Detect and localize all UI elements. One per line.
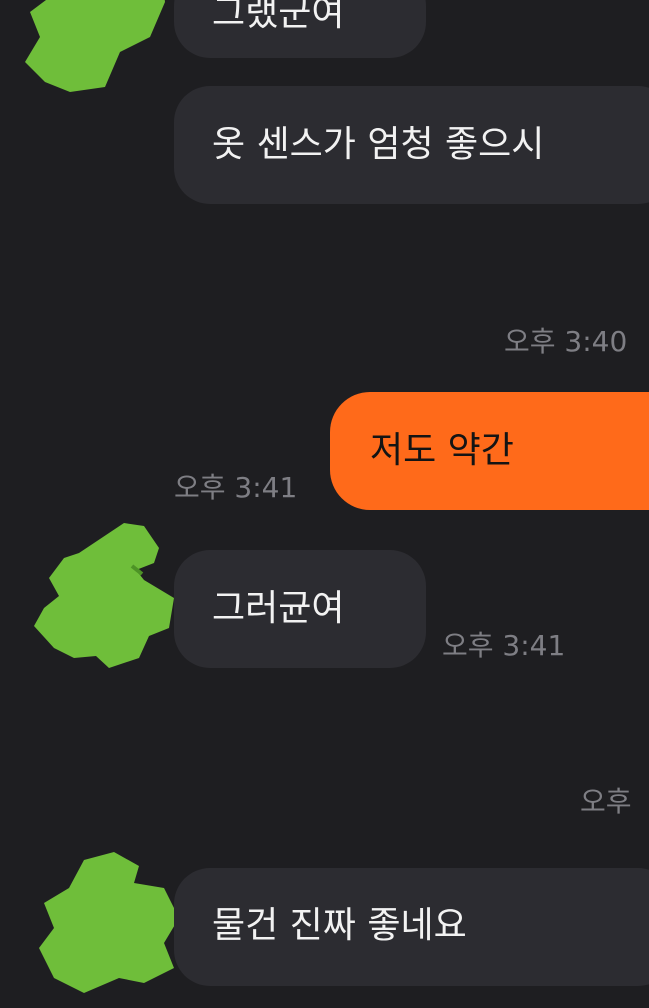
message-text: 옷 센스가 엄청 좋으시 (212, 124, 545, 165)
timestamp: 오후 (580, 785, 632, 818)
message-bubble[interactable]: 옷 센스가 엄청 좋으시 (174, 86, 649, 204)
timestamp: 오후 3:41 (442, 629, 566, 662)
message-bubble[interactable]: 그러균여 (174, 550, 426, 668)
message-text: 그랬군여 (212, 0, 345, 34)
message-text: 그러균여 (212, 588, 345, 629)
message-text: 저도 약간 (370, 430, 514, 471)
message-text: 물건 진짜 좋네요 (212, 905, 467, 946)
avatar[interactable] (10, 0, 170, 102)
green-clover-avatar-icon (25, 0, 165, 92)
timestamp: 오후 3:41 (174, 471, 298, 504)
message-bubble[interactable]: 물건 진짜 좋네요 (174, 868, 649, 986)
green-clover-avatar-icon (34, 523, 174, 668)
avatar[interactable] (24, 848, 184, 1008)
sent-message-bubble[interactable]: 저도 약간 (330, 392, 649, 510)
timestamp: 오후 3:40 (504, 325, 628, 358)
green-clover-avatar-icon (39, 852, 179, 993)
avatar[interactable] (24, 518, 184, 678)
message-bubble[interactable]: 그랬군여 (174, 0, 426, 58)
